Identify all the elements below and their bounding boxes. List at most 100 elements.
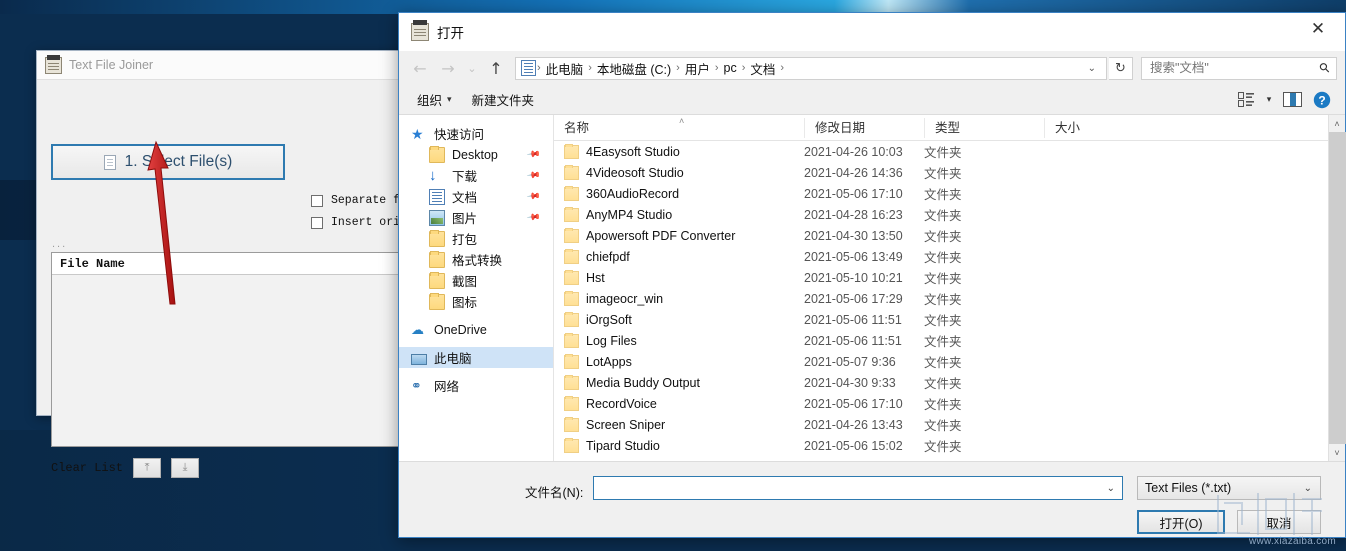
vertical-scrollbar[interactable]: ˄ ˅ [1328,115,1346,461]
file-type-cell: 文件夹 [924,146,962,160]
file-row[interactable]: Media Buddy Output 2021-04-30 9:33 文件夹 [554,372,1328,393]
file-type-filter-select[interactable]: Text Files (*.txt) ⌄ [1137,476,1321,500]
file-name-text: RecordVoice [586,396,657,411]
help-icon[interactable]: ? [1307,88,1337,112]
pin-icon[interactable]: 📌 [526,189,541,205]
navpane-item-2[interactable]: ↓ 下载 📌 [399,165,553,186]
file-list-box[interactable]: File Name [51,252,431,447]
view-options-icon[interactable] [1231,88,1261,112]
file-row[interactable]: Hst 2021-05-10 10:21 文件夹 [554,267,1328,288]
breadcrumb-segment-2[interactable]: 用户 [681,59,714,78]
cancel-button[interactable]: 取消 [1237,510,1321,534]
file-name-text: Log Files [586,333,637,348]
navigation-pane[interactable]: ★ 快速访问 Desktop 📌 ↓ 下载 📌 文档 📌 图片 📌 打包格式转换 截图 图标 ☁ OneDri… [399,115,554,461]
navpane-item-0[interactable]: ★ 快速访问 [399,123,553,144]
navpane-item-label: 快速访问 [434,128,485,142]
document-icon [103,154,116,170]
file-name-cell: Apowersoft PDF Converter [554,227,804,243]
folder-icon [564,269,579,285]
clear-list-label[interactable]: Clear List [51,461,123,475]
breadcrumb-segment-0[interactable]: 此电脑 [542,59,588,78]
file-row[interactable]: 360AudioRecord 2021-05-06 17:10 文件夹 [554,183,1328,204]
column-headers: 名称 修改日期 类型 大小 ˄ [554,115,1328,141]
move-to-bottom-icon[interactable]: ⤓ [171,458,200,478]
scrollbar-thumb[interactable] [1328,132,1346,444]
file-row[interactable]: Screen Sniper 2021-04-26 13:43 文件夹 [554,414,1328,435]
view-options-chevron-down-icon[interactable]: ▾ [1261,88,1277,112]
search-input[interactable] [1150,61,1321,75]
file-row[interactable]: RecordVoice 2021-05-06 17:10 文件夹 [554,393,1328,414]
ellipsis-label: ... [52,238,68,250]
organize-menu-button[interactable]: 组织 ▾ [407,90,462,109]
breadcrumb-segment-4[interactable]: 文档 [746,59,779,78]
open-file-dialog[interactable]: 打开 ✕ ← → ⌄ ↑ › 此电脑 › 本地磁盘 (C:) › 用户 › pc… [398,12,1346,538]
pictures-icon [429,209,445,226]
navpane-item-9[interactable]: ☁ OneDrive [399,319,553,340]
new-folder-button[interactable]: 新建文件夹 [462,90,545,109]
file-row[interactable]: LotApps 2021-05-07 9:36 文件夹 [554,351,1328,372]
file-row[interactable]: AnyMP4 Studio 2021-04-28 16:23 文件夹 [554,204,1328,225]
navpane-item-label: 打包 [452,233,478,247]
file-date-cell: 2021-05-06 17:10 [804,186,903,201]
filename-chevron-down-icon[interactable]: ⌄ [1100,483,1122,494]
select-files-button[interactable]: 1. Select File(s) [51,144,285,180]
navpane-item-4[interactable]: 图片 📌 [399,207,553,228]
navpane-item-5[interactable]: 打包 [399,228,553,249]
file-row[interactable]: imageocr_win 2021-05-06 17:29 文件夹 [554,288,1328,309]
file-row[interactable]: Tipard Studio 2021-05-06 15:02 文件夹 [554,435,1328,456]
file-row[interactable]: iOrgSoft 2021-05-06 11:51 文件夹 [554,309,1328,330]
pin-icon[interactable]: 📌 [526,147,541,163]
breadcrumb-segment-3[interactable]: pc [720,61,741,75]
sort-indicator-icon: ˄ [679,116,685,126]
file-list-pane[interactable]: 名称 修改日期 类型 大小 ˄ 4Easysoft Studio 2021-04-… [554,115,1328,461]
chevron-down-icon[interactable]: ⌄ [463,55,481,81]
file-row[interactable]: 4Videosoft Studio 2021-04-26 14:36 文件夹 [554,162,1328,183]
navpane-item-1[interactable]: Desktop 📌 [399,144,553,165]
forward-arrow-icon[interactable]: → [435,55,461,81]
scroll-down-icon[interactable]: ˅ [1329,444,1346,461]
navpane-item-11[interactable]: ⚭ 网络 [399,375,553,396]
back-arrow-icon[interactable]: ← [407,55,433,81]
file-type-cell: 文件夹 [924,419,962,433]
navpane-item-label: OneDrive [434,322,487,337]
breadcrumb[interactable]: › 此电脑 › 本地磁盘 (C:) › 用户 › pc › 文档 › ⌄ [515,56,1107,80]
move-to-top-icon[interactable]: ⤒ [133,458,162,478]
file-row[interactable]: 4Easysoft Studio 2021-04-26 10:03 文件夹 [554,141,1328,162]
file-date-cell: 2021-04-30 9:33 [804,375,896,390]
file-row[interactable]: chiefpdf 2021-05-06 13:49 文件夹 [554,246,1328,267]
dialog-toolbar: 组织 ▾ 新建文件夹 ▾ ? [399,85,1345,115]
pin-icon[interactable]: 📌 [526,210,541,226]
checkbox[interactable] [311,194,323,207]
search-box[interactable]: ⚲ [1141,56,1337,80]
checkbox[interactable] [311,216,323,229]
pin-icon[interactable]: 📌 [526,168,541,184]
folder-icon [564,248,579,264]
file-rows[interactable]: 4Easysoft Studio 2021-04-26 10:03 文件夹 4Vide… [554,141,1328,461]
file-name-cell: Hst [554,269,804,285]
navpane-item-3[interactable]: 文档 📌 [399,186,553,207]
file-row[interactable]: Log Files 2021-05-06 11:51 文件夹 [554,330,1328,351]
file-name-cell: Tipard Studio [554,437,804,453]
preview-pane-icon[interactable] [1277,88,1307,112]
text-file-joiner-window[interactable]: Text File Joiner 1. Select File(s) Separ… [36,50,448,478]
this-pc-icon [411,353,427,365]
navpane-item-6[interactable]: 格式转换 [399,249,553,270]
file-name-text: chiefpdf [586,249,630,264]
file-name-text: 360AudioRecord [586,186,680,201]
open-button[interactable]: 打开(O) [1137,510,1225,534]
scroll-up-icon[interactable]: ˄ [1329,115,1346,132]
navpane-item-10[interactable]: 此电脑 [399,347,553,368]
navpane-item-8[interactable]: 图标 [399,291,553,312]
breadcrumb-chevron-down-icon[interactable]: ⌄ [1082,63,1102,74]
close-icon[interactable]: ✕ [1295,13,1341,45]
breadcrumb-segment-1[interactable]: 本地磁盘 (C:) [593,59,675,78]
refresh-icon[interactable]: ↻ [1109,56,1133,80]
filename-input[interactable] [594,477,1100,499]
column-header-type[interactable]: 类型 [924,117,1044,138]
column-header-date[interactable]: 修改日期 [804,117,924,138]
up-arrow-icon[interactable]: ↑ [483,55,509,81]
file-row[interactable]: Apowersoft PDF Converter 2021-04-30 13:50… [554,225,1328,246]
column-header-size[interactable]: 大小 [1044,117,1144,138]
filename-field[interactable]: ⌄ [593,476,1123,500]
navpane-item-7[interactable]: 截图 [399,270,553,291]
